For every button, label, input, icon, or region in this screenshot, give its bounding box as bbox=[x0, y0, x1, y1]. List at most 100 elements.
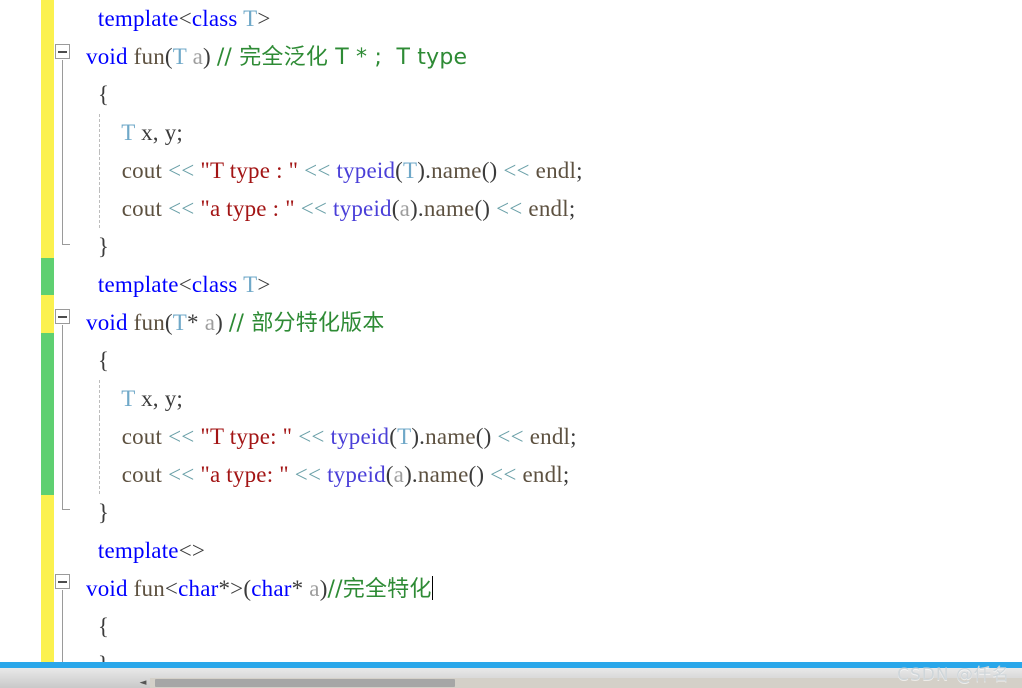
code-line[interactable]: cout << "T type : " << typeid(T).name() … bbox=[86, 152, 1022, 190]
code-token-pun bbox=[86, 158, 122, 183]
code-editor-viewport[interactable]: template<class T> void fun(T a) // 完全泛化 T… bbox=[0, 0, 1022, 688]
indent-guide bbox=[99, 152, 100, 190]
code-token-pun: ( bbox=[395, 158, 404, 183]
code-token-pun: ( bbox=[389, 424, 398, 449]
code-token-typ: T bbox=[243, 6, 258, 31]
code-token-kw: void bbox=[86, 576, 128, 601]
code-token-kw: class bbox=[191, 272, 238, 297]
code-token-fn: endl bbox=[529, 424, 571, 449]
code-token-fn: endl bbox=[535, 158, 577, 183]
change-indicator-margin bbox=[41, 0, 54, 664]
code-token-typ: T bbox=[172, 310, 188, 335]
code-token-pun: } bbox=[86, 500, 110, 525]
fold-bracket-line bbox=[62, 60, 63, 244]
code-token-fn: cout bbox=[121, 196, 163, 221]
code-line[interactable]: { bbox=[86, 342, 1022, 380]
code-line[interactable]: { bbox=[86, 608, 1022, 646]
code-line[interactable]: template<class T> bbox=[86, 0, 1022, 38]
code-token-typ: T bbox=[243, 272, 258, 297]
code-token-pun: ). bbox=[411, 424, 426, 449]
indent-guide bbox=[99, 380, 100, 418]
code-line[interactable]: } bbox=[86, 494, 1022, 532]
code-token-fn: name bbox=[431, 158, 482, 183]
code-line[interactable]: void fun(T a) // 完全泛化 T * ; T type bbox=[86, 38, 1022, 76]
code-token-pun bbox=[86, 272, 98, 297]
code-line[interactable]: } bbox=[86, 228, 1022, 266]
fold-bracket-line bbox=[62, 325, 63, 509]
code-token-pun: ). bbox=[404, 462, 418, 487]
code-token-str: "a type: " bbox=[200, 462, 289, 487]
code-token-op: << bbox=[300, 196, 328, 221]
code-line[interactable]: { bbox=[86, 76, 1022, 114]
code-token-op: << bbox=[490, 462, 517, 487]
code-token-pun: x, y; bbox=[135, 386, 183, 411]
code-token-typ: T bbox=[403, 158, 418, 183]
code-line[interactable]: T x, y; bbox=[86, 380, 1022, 418]
code-token-var: a bbox=[204, 310, 216, 335]
fold-bracket-line bbox=[62, 590, 63, 664]
code-token-pun: ; bbox=[570, 424, 577, 449]
code-token-var: a bbox=[399, 196, 411, 221]
code-token-op: << bbox=[503, 158, 530, 183]
code-token-pun: ( bbox=[164, 310, 173, 335]
code-token-pun: < bbox=[178, 6, 192, 31]
code-token-pun bbox=[86, 120, 121, 145]
code-line[interactable]: cout << "T type: " << typeid(T).name() <… bbox=[86, 418, 1022, 456]
status-text bbox=[2, 676, 122, 688]
code-token-cmt: // 完全泛化 T * ; T type bbox=[216, 45, 468, 70]
scroll-left-arrow-icon[interactable]: ◄ bbox=[136, 678, 150, 688]
code-token-pun: < bbox=[164, 576, 179, 601]
code-token-pun: ; bbox=[562, 462, 570, 487]
horizontal-scrollbar-thumb[interactable] bbox=[155, 679, 455, 687]
code-token-pun bbox=[86, 386, 121, 411]
change-segment-saved bbox=[41, 333, 54, 495]
code-token-pun: *> bbox=[218, 576, 244, 601]
code-token-tid: typeid bbox=[336, 158, 396, 183]
collapse-minus-icon[interactable] bbox=[55, 44, 70, 59]
code-token-fn: name bbox=[417, 462, 469, 487]
code-token-op: << bbox=[168, 462, 195, 487]
code-token-str: "T type: " bbox=[200, 424, 293, 449]
code-token-fn: cout bbox=[121, 462, 163, 487]
code-token-pun: ) bbox=[215, 310, 223, 335]
code-text-area[interactable]: template<class T> void fun(T a) // 完全泛化 T… bbox=[86, 0, 1022, 677]
code-token-op: << bbox=[168, 158, 195, 183]
code-token-pun: > bbox=[257, 272, 271, 297]
code-token-pun: { bbox=[86, 348, 110, 373]
outlining-fold-column[interactable] bbox=[54, 0, 86, 665]
code-line[interactable]: cout << "a type: " << typeid(a).name() <… bbox=[86, 456, 1022, 494]
code-token-pun: ) bbox=[203, 44, 211, 69]
code-token-kw: template bbox=[97, 6, 179, 31]
code-token-pun: ; bbox=[576, 158, 583, 183]
code-token-pun: { bbox=[86, 614, 110, 639]
code-token-pun: { bbox=[86, 82, 110, 107]
code-token-pun bbox=[86, 196, 122, 221]
code-line[interactable]: void fun(T* a) // 部分特化版本 bbox=[86, 304, 1022, 342]
code-token-pun: ( bbox=[164, 44, 173, 69]
code-token-pun: ( bbox=[391, 196, 400, 221]
code-line[interactable]: cout << "a type : " << typeid(a).name() … bbox=[86, 190, 1022, 228]
collapse-minus-icon[interactable] bbox=[55, 309, 70, 324]
code-token-pun: ) bbox=[319, 576, 328, 601]
code-token-pun: () bbox=[468, 462, 485, 487]
code-line[interactable]: void fun<char*>(char* a)//完全特化 bbox=[86, 570, 1022, 608]
code-token-pun: () bbox=[481, 158, 498, 183]
code-token-pun: < bbox=[178, 272, 192, 297]
code-token-fn: fun bbox=[133, 576, 165, 601]
code-token-pun bbox=[86, 424, 122, 449]
code-token-tid: typeid bbox=[330, 424, 390, 449]
indent-guide bbox=[99, 114, 100, 152]
code-token-fn: cout bbox=[121, 424, 163, 449]
collapse-minus-icon[interactable] bbox=[55, 574, 70, 589]
code-line[interactable]: template<> bbox=[86, 532, 1022, 570]
change-segment-saved bbox=[41, 258, 54, 295]
code-token-kw: class bbox=[191, 6, 238, 31]
code-line[interactable]: template<class T> bbox=[86, 266, 1022, 304]
code-token-typ: T bbox=[121, 386, 136, 411]
code-line[interactable]: T x, y; bbox=[86, 114, 1022, 152]
code-token-pun bbox=[86, 6, 98, 31]
indent-guide bbox=[99, 456, 100, 494]
code-token-op: << bbox=[496, 196, 523, 221]
code-token-typ: T bbox=[172, 44, 187, 69]
code-token-pun bbox=[86, 538, 98, 563]
